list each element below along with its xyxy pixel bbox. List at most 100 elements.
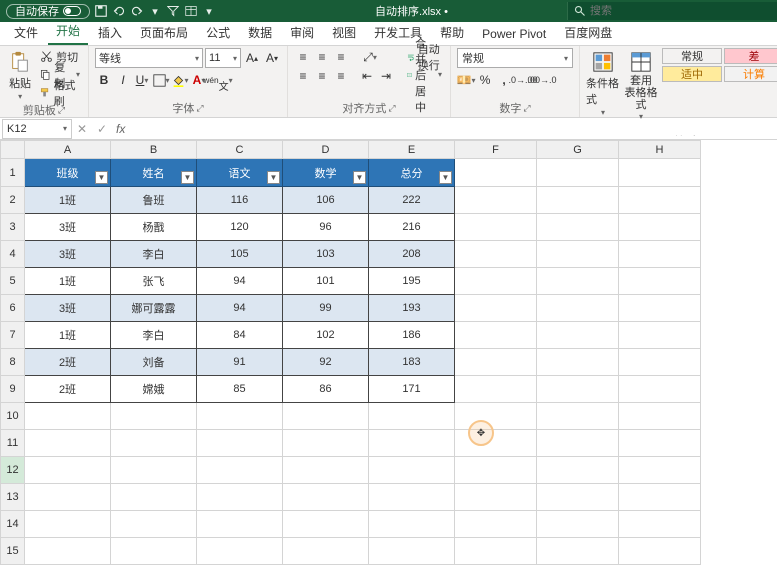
- cell-E1[interactable]: 总分▼: [369, 159, 455, 187]
- filter-dropdown-icon[interactable]: ▼: [439, 171, 452, 184]
- orientation-icon[interactable]: ⤢▾: [358, 48, 382, 66]
- cell-C3[interactable]: 120: [197, 214, 283, 241]
- cell-C4[interactable]: 105: [197, 241, 283, 268]
- fill-color-button[interactable]: ▾: [171, 71, 189, 89]
- cell-F3[interactable]: [455, 214, 537, 241]
- phonetic-button[interactable]: wén文▾: [209, 71, 227, 89]
- cell-F14[interactable]: [455, 511, 537, 538]
- formula-input[interactable]: [129, 123, 777, 135]
- col-header-H[interactable]: H: [619, 141, 701, 159]
- cell-A2[interactable]: 1班: [25, 187, 111, 214]
- increase-indent-icon[interactable]: ⇥: [377, 67, 395, 85]
- tab-插入[interactable]: 插入: [90, 20, 130, 45]
- cell-B11[interactable]: [111, 430, 197, 457]
- cell-G9[interactable]: [537, 376, 619, 403]
- cell-E11[interactable]: [369, 430, 455, 457]
- cell-G12[interactable]: [537, 457, 619, 484]
- cell-D10[interactable]: [283, 403, 369, 430]
- row-header-9[interactable]: 9: [1, 376, 25, 403]
- cell-H13[interactable]: [619, 484, 701, 511]
- conditional-format-button[interactable]: 条件格式▾: [586, 48, 620, 117]
- cell-G3[interactable]: [537, 214, 619, 241]
- col-header-F[interactable]: F: [455, 141, 537, 159]
- cell-B3[interactable]: 杨戬: [111, 214, 197, 241]
- cell-C2[interactable]: 116: [197, 187, 283, 214]
- cell-D6[interactable]: 99: [283, 295, 369, 322]
- cell-C12[interactable]: [197, 457, 283, 484]
- cancel-formula-icon[interactable]: ✕: [72, 122, 92, 136]
- align-top-icon[interactable]: ≡: [294, 48, 312, 66]
- cell-D5[interactable]: 101: [283, 268, 369, 295]
- cell-B10[interactable]: [111, 403, 197, 430]
- italic-button[interactable]: I: [114, 71, 132, 89]
- cell-D8[interactable]: 92: [283, 349, 369, 376]
- cell-F4[interactable]: [455, 241, 537, 268]
- cell-F2[interactable]: [455, 187, 537, 214]
- cell-A14[interactable]: [25, 511, 111, 538]
- align-center-icon[interactable]: ≡: [313, 67, 331, 85]
- accounting-format-icon[interactable]: 💴▾: [457, 71, 475, 89]
- cell-A6[interactable]: 3班: [25, 295, 111, 322]
- filter-dropdown-icon[interactable]: ▼: [353, 171, 366, 184]
- cell-E13[interactable]: [369, 484, 455, 511]
- cell-H12[interactable]: [619, 457, 701, 484]
- cell-D11[interactable]: [283, 430, 369, 457]
- col-header-D[interactable]: D: [283, 141, 369, 159]
- row-header-8[interactable]: 8: [1, 349, 25, 376]
- cell-E7[interactable]: 186: [369, 322, 455, 349]
- cell-G4[interactable]: [537, 241, 619, 268]
- cell-D14[interactable]: [283, 511, 369, 538]
- qat-more-icon[interactable]: ▾: [202, 4, 216, 18]
- cell-F11[interactable]: [455, 430, 537, 457]
- col-header-G[interactable]: G: [537, 141, 619, 159]
- cell-G11[interactable]: [537, 430, 619, 457]
- font-size-combo[interactable]: 11▾: [205, 48, 241, 68]
- filter-dropdown-icon[interactable]: ▼: [181, 171, 194, 184]
- row-header-12[interactable]: 12: [1, 457, 25, 484]
- cell-E10[interactable]: [369, 403, 455, 430]
- enter-formula-icon[interactable]: ✓: [92, 122, 112, 136]
- cell-B13[interactable]: [111, 484, 197, 511]
- row-header-15[interactable]: 15: [1, 538, 25, 565]
- number-launcher-icon[interactable]: ⤢: [523, 103, 530, 114]
- row-header-4[interactable]: 4: [1, 241, 25, 268]
- clipboard-launcher-icon[interactable]: ⤢: [58, 105, 65, 116]
- cell-D3[interactable]: 96: [283, 214, 369, 241]
- cell-C1[interactable]: 语文▼: [197, 159, 283, 187]
- row-header-11[interactable]: 11: [1, 430, 25, 457]
- cell-A11[interactable]: [25, 430, 111, 457]
- decrease-decimal-icon[interactable]: .00→.0: [533, 71, 551, 89]
- font-name-combo[interactable]: 等线▾: [95, 48, 203, 68]
- cell-G13[interactable]: [537, 484, 619, 511]
- table-icon[interactable]: [184, 4, 198, 18]
- cell-D9[interactable]: 86: [283, 376, 369, 403]
- cell-G1[interactable]: [537, 159, 619, 187]
- cell-D13[interactable]: [283, 484, 369, 511]
- cell-A3[interactable]: 3班: [25, 214, 111, 241]
- cell-G14[interactable]: [537, 511, 619, 538]
- cell-G7[interactable]: [537, 322, 619, 349]
- border-button[interactable]: ▾: [152, 71, 170, 89]
- cell-B9[interactable]: 嫦娥: [111, 376, 197, 403]
- cell-E2[interactable]: 222: [369, 187, 455, 214]
- cell-A5[interactable]: 1班: [25, 268, 111, 295]
- cell-C6[interactable]: 94: [197, 295, 283, 322]
- col-header-A[interactable]: A: [25, 141, 111, 159]
- cell-E6[interactable]: 193: [369, 295, 455, 322]
- cell-D12[interactable]: [283, 457, 369, 484]
- cell-B7[interactable]: 李白: [111, 322, 197, 349]
- cell-style-calc[interactable]: 计算: [724, 66, 777, 82]
- cell-A9[interactable]: 2班: [25, 376, 111, 403]
- cell-D7[interactable]: 102: [283, 322, 369, 349]
- cell-E5[interactable]: 195: [369, 268, 455, 295]
- align-launcher-icon[interactable]: ⤢: [388, 103, 395, 114]
- worksheet-grid[interactable]: ABCDEFGH1班级▼姓名▼语文▼数学▼总分▼21班鲁班11610622233…: [0, 140, 777, 565]
- cell-E15[interactable]: [369, 538, 455, 565]
- cell-D2[interactable]: 106: [283, 187, 369, 214]
- cell-B14[interactable]: [111, 511, 197, 538]
- cell-E3[interactable]: 216: [369, 214, 455, 241]
- cell-C5[interactable]: 94: [197, 268, 283, 295]
- cell-A10[interactable]: [25, 403, 111, 430]
- decrease-font-icon[interactable]: A▾: [263, 49, 281, 67]
- cell-B12[interactable]: [111, 457, 197, 484]
